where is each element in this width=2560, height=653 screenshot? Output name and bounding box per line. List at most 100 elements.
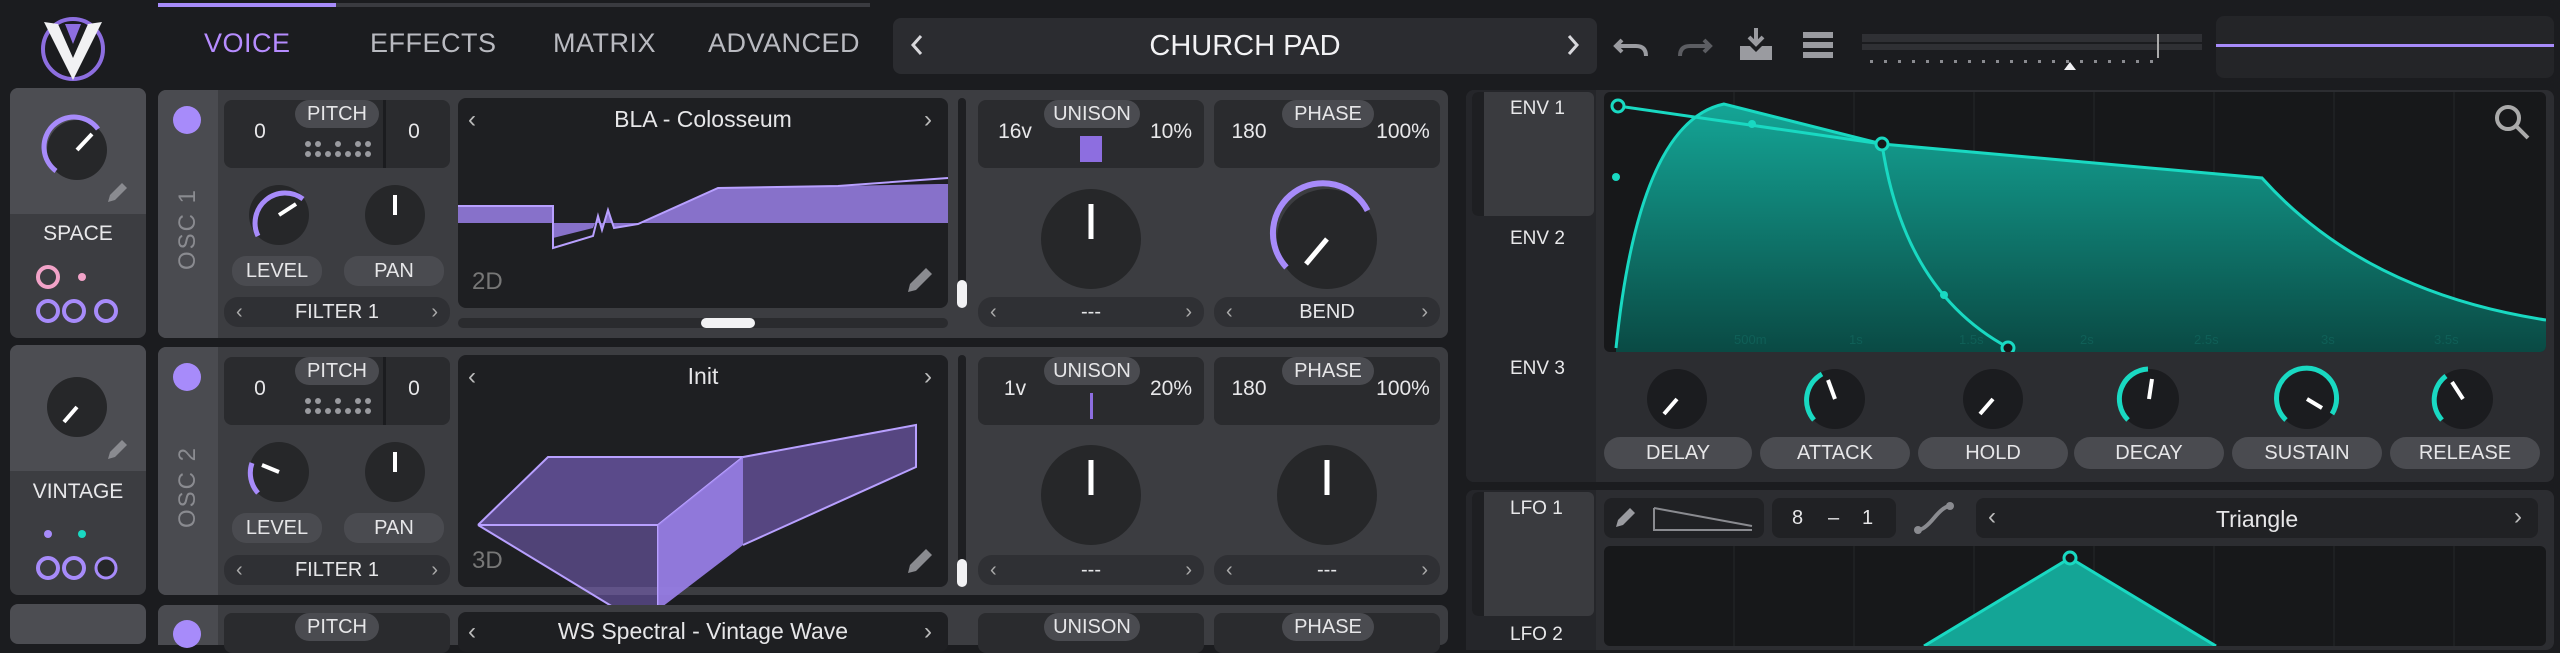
osc1-pitch-semi[interactable]: 0 [394,120,434,144]
osc1-frame-handle[interactable] [701,318,755,328]
osc1-unison-amount[interactable]: 10% [1146,120,1196,144]
pencil-icon[interactable] [104,437,130,463]
chevron-right-icon[interactable]: › [431,555,438,585]
osc1-pan-knob[interactable] [360,180,430,250]
chevron-left-icon[interactable]: ‹ [990,555,997,585]
osc2-pitch-oct[interactable]: 0 [240,377,280,401]
tab-voice[interactable]: VOICE [204,28,291,59]
chevron-right-icon[interactable]: › [924,363,932,391]
lfo-shape-name: Triangle [2215,506,2299,532]
lfo-tab-2[interactable]: LFO 2 [1510,624,1563,646]
osc1-unison-voices[interactable]: 16v [990,120,1040,144]
pencil-icon[interactable] [904,545,936,577]
osc1-enable-toggle[interactable] [171,104,203,136]
chevron-left-icon[interactable]: ‹ [236,297,243,327]
env-sustain-knob[interactable] [2272,364,2342,434]
osc1-vslider-handle[interactable] [957,280,967,308]
osc2-pitch-label: PITCH [295,357,379,385]
chevron-right-icon[interactable]: › [1421,297,1428,327]
osc2-phase-value[interactable]: 180 [1224,377,1274,401]
lfo-tab-1[interactable]: LFO 1 [1472,492,1594,616]
chevron-right-icon[interactable]: › [2514,503,2522,531]
macro-knob-vintage[interactable] [42,372,112,442]
tab-effects[interactable]: EFFECTS [370,28,497,59]
chevron-left-icon[interactable]: ‹ [1226,297,1233,327]
osc3-enable-toggle[interactable] [171,618,203,650]
preset-selector[interactable]: CHURCH PAD [893,18,1597,74]
tab-advanced[interactable]: ADVANCED [708,28,860,59]
chevron-right-icon[interactable]: › [924,618,932,646]
env-release-knob[interactable] [2428,364,2498,434]
chevron-right-icon[interactable]: › [1185,555,1192,585]
osc1-level-label: LEVEL [232,256,322,286]
env-tab-3[interactable]: ENV 3 [1510,358,1565,380]
pencil-icon[interactable] [1612,505,1638,531]
osc1-vertical-slider[interactable] [957,98,967,308]
osc2-pitch-semi[interactable]: 0 [394,377,434,401]
osc2-unison-amount[interactable]: 20% [1146,377,1196,401]
osc1-level-knob[interactable] [244,180,314,250]
osc2-enable-toggle[interactable] [171,361,203,393]
chevron-left-icon[interactable]: ‹ [990,297,997,327]
osc1-phase-mode[interactable]: ‹ BEND › [1214,297,1440,327]
osc1-view-mode[interactable]: 2D [472,268,503,296]
env-tab-2[interactable]: ENV 2 [1510,228,1565,250]
lfo-rate-box[interactable]: 8 – 1 [1772,498,1896,538]
lfo-graph[interactable] [1604,546,2546,646]
osc1-phase-knob[interactable] [1269,180,1382,294]
osc2-view-mode[interactable]: 3D [472,547,503,575]
pencil-icon[interactable] [104,180,130,206]
redo-icon[interactable] [1676,28,1713,62]
volume-meter[interactable] [1862,34,2202,70]
undo-icon[interactable] [1613,28,1650,62]
osc2-unison-knob[interactable] [1036,440,1146,550]
osc1-pitch-oct[interactable]: 0 [240,120,280,144]
chevron-right-icon[interactable] [1563,30,1583,60]
magnifier-icon[interactable] [2492,102,2532,142]
osc2-phase-knob[interactable] [1272,440,1382,550]
env-attack-knob[interactable] [1800,364,1870,434]
chevron-right-icon[interactable]: › [1421,555,1428,585]
chevron-left-icon[interactable]: ‹ [1226,555,1233,585]
osc2-level-knob[interactable] [244,437,314,507]
osc2-pan-knob[interactable] [360,437,430,507]
curve-icon[interactable] [1914,500,1954,536]
lfo-rate-numerator[interactable]: 8 [1792,507,1803,530]
env-tab-1-label: ENV 1 [1510,98,1565,119]
osc1-filter-route[interactable]: ‹ FILTER 1 › [224,297,450,327]
save-icon[interactable] [1738,26,1774,62]
osc2-unison-voices[interactable]: 1v [990,377,1040,401]
osc2-phase-mode[interactable]: ‹ --- › [1214,555,1440,585]
osc2-vertical-slider[interactable] [957,355,967,587]
osc1-phase-amount[interactable]: 100% [1370,120,1436,144]
osc1-frame-slider[interactable] [458,318,948,328]
env-tab-1[interactable]: ENV 1 [1472,92,1594,216]
osc2-wavetable-display[interactable]: ‹ Init › 3D [458,355,948,611]
env-graph[interactable]: 500m 1s 1.5s 2s 2.5s 3s 3.5s [1604,92,2546,352]
osc1-unison-mode[interactable]: ‹ --- › [978,297,1204,327]
osc1-wavetable-display[interactable]: ‹ BLA - Colosseum › 2D [458,98,949,308]
osc2-filter-route[interactable]: ‹ FILTER 1 › [224,555,450,585]
chevron-right-icon[interactable]: › [924,106,932,134]
osc2-unison-mode[interactable]: ‹ --- › [978,555,1204,585]
osc2-phase-amount[interactable]: 100% [1370,377,1436,401]
chevron-right-icon[interactable]: › [1185,297,1192,327]
env-decay-knob[interactable] [2114,364,2184,434]
env-hold-knob[interactable] [1958,364,2028,434]
menu-icon[interactable] [1801,30,1835,60]
lfo-display[interactable] [1604,546,2546,646]
chevron-right-icon[interactable]: › [431,297,438,327]
lfo-rate-denominator[interactable]: 1 [1862,507,1873,530]
osc2-vslider-handle[interactable] [957,559,967,587]
osc3-wavetable-display[interactable]: ‹ WS Spectral - Vintage Wave › [458,612,948,652]
lfo-edit-box[interactable] [1604,498,1764,538]
lfo-shape-selector[interactable]: ‹ Triangle › [1976,498,2538,538]
macro-knob-space[interactable] [41,114,112,185]
chevron-left-icon[interactable]: ‹ [236,555,243,585]
osc1-unison-knob[interactable] [1036,184,1146,294]
env-display[interactable]: 500m 1s 1.5s 2s 2.5s 3s 3.5s [1604,92,2546,352]
env-delay-knob[interactable] [1642,364,1712,434]
pencil-icon[interactable] [904,264,936,296]
tab-matrix[interactable]: MATRIX [553,28,656,59]
osc1-phase-value[interactable]: 180 [1224,120,1274,144]
